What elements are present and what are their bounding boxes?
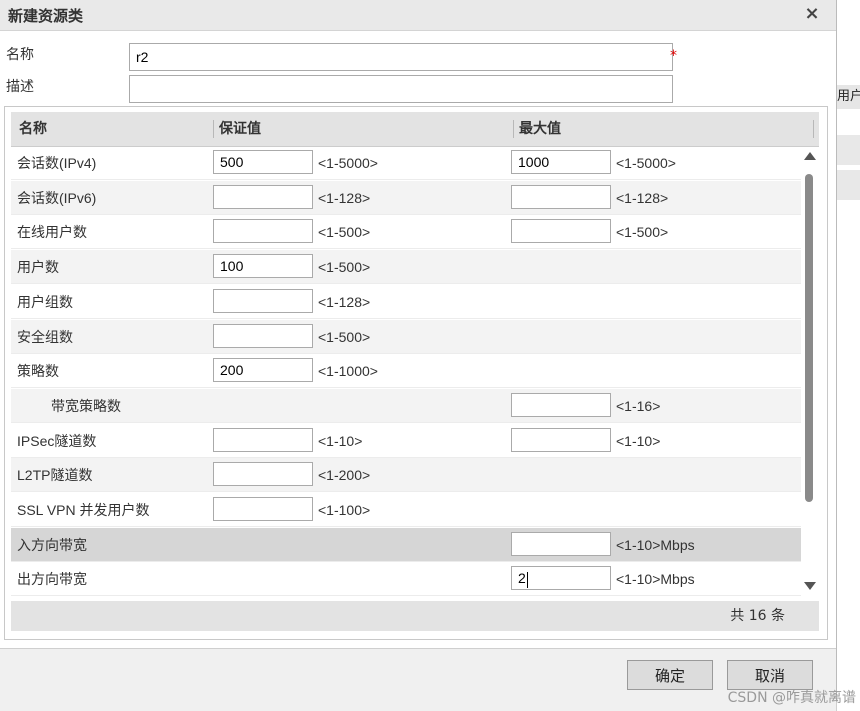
max-range-hint: <1-16> [616,397,661,414]
required-mark: * [670,48,677,64]
guaranteed-input[interactable] [213,184,313,209]
max-range-hint: <1-10>Mbps [616,536,695,553]
dialog-titlebar[interactable]: 新建资源类 × [0,0,836,31]
guaranteed-range-hint: <1-128> [318,189,371,206]
table-row[interactable]: 安全组数 <1-500> [11,319,801,354]
background-strip [837,135,860,165]
guaranteed-input[interactable]: 100 [213,254,313,279]
table-row[interactable]: 出方向带宽 2 <1-10>Mbps [11,562,801,597]
guaranteed-range-hint: <1-10> [318,432,363,449]
max-input[interactable] [511,184,611,209]
guaranteed-range-hint: <1-500> [318,328,371,345]
name-label: 名称 [6,47,34,63]
new-resource-class-dialog: 新建资源类 × 名称 * 描述 名称 保证值 最大值 会话数(IPv4) 500… [0,0,837,702]
column-header-max[interactable]: 最大值 [519,112,561,146]
scroll-down-icon[interactable] [804,582,816,590]
name-input[interactable] [129,43,673,71]
guaranteed-range-hint: <1-5000> [318,155,378,171]
total-count: 共 16 条 [730,608,785,624]
dialog-button-bar: 确定 取消 [0,648,836,702]
guaranteed-input[interactable] [213,462,313,487]
max-input[interactable] [511,427,611,452]
row-name: 用户数 [17,259,59,276]
guaranteed-range-hint: <1-500> [318,259,371,276]
max-input[interactable] [511,392,611,417]
row-name: 会话数(IPv4) [17,155,97,171]
table-row[interactable]: 用户组数 <1-128> [11,285,801,319]
guaranteed-input[interactable] [213,427,313,452]
guaranteed-range-hint: <1-1000> [318,363,378,380]
max-range-hint: <1-5000> [616,155,676,171]
row-name: 会话数(IPv6) [17,189,97,206]
max-range-hint: <1-10>Mbps [616,571,695,588]
table-row[interactable]: 会话数(IPv4) 500 <1-5000> 1000 <1-5000> [11,146,801,180]
grid-body: 会话数(IPv4) 500 <1-5000> 1000 <1-5000> 会话数… [11,146,801,598]
table-row[interactable]: 用户数 100 <1-500> [11,250,801,285]
max-input[interactable] [511,219,611,244]
column-header-guaranteed[interactable]: 保证值 [219,112,261,146]
resource-grid: 名称 保证值 最大值 会话数(IPv4) 500 <1-5000> 1000 <… [4,106,828,640]
guaranteed-range-hint: <1-100> [318,502,371,518]
row-name: IPSec隧道数 [17,432,97,449]
guaranteed-input[interactable]: 200 [213,358,313,383]
dialog-title: 新建资源类 [8,7,84,25]
max-input[interactable]: 1000 [511,150,611,174]
row-name: 用户组数 [17,293,73,310]
row-name: 带宽策略数 [51,397,121,414]
background-tab-label: 用户 [837,85,860,109]
table-row[interactable]: 在线用户数 <1-500> <1-500> [11,215,801,250]
guaranteed-input[interactable]: 500 [213,150,313,174]
guaranteed-range-hint: <1-500> [318,224,371,241]
ok-button[interactable]: 确定 [627,660,713,690]
max-range-hint: <1-128> [616,189,669,206]
table-row-selected[interactable]: 入方向带宽 <1-10>Mbps [11,527,801,562]
column-separator [513,120,514,138]
text-caret [526,571,528,588]
column-header-name[interactable]: 名称 [19,112,47,146]
row-name: SSL VPN 并发用户数 [17,502,150,518]
table-row[interactable]: SSL VPN 并发用户数 <1-100> [11,493,801,527]
column-separator [813,120,814,138]
description-input[interactable] [129,75,673,103]
guaranteed-input[interactable] [213,219,313,244]
guaranteed-input[interactable] [213,497,313,521]
watermark: CSDN @咋真就离谱 [727,690,856,706]
table-row[interactable]: IPSec隧道数 <1-10> <1-10> [11,424,801,458]
table-row[interactable]: 会话数(IPv6) <1-128> <1-128> [11,180,801,215]
max-range-hint: <1-500> [616,224,669,241]
scroll-up-icon[interactable] [804,152,816,160]
scrollbar-thumb[interactable] [805,174,813,502]
table-row[interactable]: 带宽策略数 <1-16> [11,388,801,423]
row-name: L2TP隧道数 [17,467,93,484]
row-name: 策略数 [17,363,59,380]
max-input[interactable] [511,531,611,556]
max-input-value: 2 [518,570,526,587]
background-strip [837,170,860,200]
grid-scrollbar[interactable] [801,152,819,598]
description-label: 描述 [6,79,34,95]
guaranteed-range-hint: <1-200> [318,467,371,484]
guaranteed-input[interactable] [213,288,313,313]
column-separator [213,120,214,138]
guaranteed-range-hint: <1-128> [318,293,371,310]
background-window: 用户 [836,0,860,711]
cancel-button[interactable]: 取消 [727,660,813,690]
grid-footer: 共 16 条 [11,601,819,631]
row-name: 出方向带宽 [17,571,87,588]
row-name: 入方向带宽 [17,536,87,553]
close-icon[interactable]: × [800,3,824,25]
table-row[interactable]: 策略数 200 <1-1000> [11,354,801,389]
max-input-focused[interactable]: 2 [511,566,611,591]
max-range-hint: <1-10> [616,432,661,449]
guaranteed-input[interactable] [213,323,313,348]
row-name: 在线用户数 [17,224,87,241]
grid-header: 名称 保证值 最大值 [11,112,819,147]
table-row[interactable]: L2TP隧道数 <1-200> [11,458,801,493]
row-name: 安全组数 [17,328,73,345]
